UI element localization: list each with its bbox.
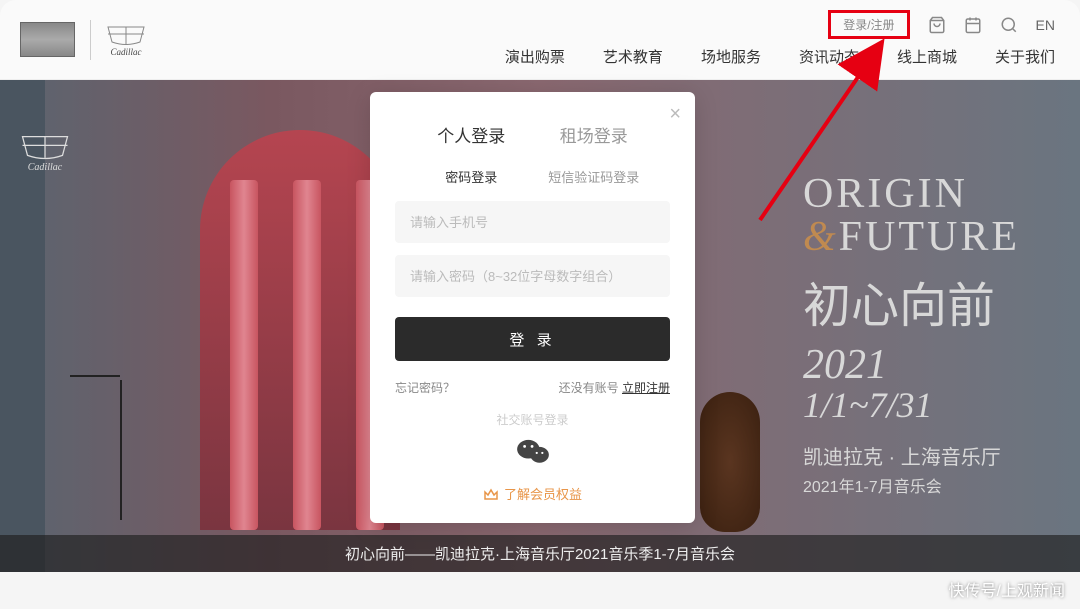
- login-register-link[interactable]: 登录/注册: [828, 10, 909, 39]
- nav-shop[interactable]: 线上商城: [897, 46, 957, 67]
- phone-input[interactable]: [395, 201, 670, 243]
- cart-icon[interactable]: [928, 16, 946, 34]
- subtab-password[interactable]: 密码登录: [410, 167, 533, 186]
- nav-about[interactable]: 关于我们: [995, 46, 1055, 67]
- calendar-icon[interactable]: [964, 16, 982, 34]
- logo-section: Cadillac: [20, 20, 146, 60]
- login-sub-tabs: 密码登录 短信验证码登录: [370, 167, 695, 201]
- main-nav: 演出购票 艺术教育 场地服务 资讯动态 线上商城 关于我们: [505, 46, 1055, 67]
- poster-subtitle2: 2021年1-7月音乐会: [803, 473, 1020, 497]
- poster-subtitle1: 凯迪拉克 · 上海音乐厅: [803, 441, 1020, 470]
- login-modal: × 个人登录 租场登录 密码登录 短信验证码登录 登 录 忘记密码？ 还没有账号…: [370, 92, 695, 523]
- nav-education[interactable]: 艺术教育: [603, 46, 663, 67]
- no-account-text: 还没有账号 立即注册: [559, 379, 670, 396]
- login-tabs: 个人登录 租场登录: [370, 92, 695, 167]
- member-benefits-text: 了解会员权益: [504, 484, 582, 503]
- member-benefits-link[interactable]: 了解会员权益: [370, 484, 695, 503]
- mic-stand-graphic: [120, 380, 122, 520]
- password-input[interactable]: [395, 255, 670, 297]
- crown-icon: [483, 487, 499, 501]
- poster-title-cn: 初心向前: [803, 266, 1020, 336]
- poster-title-en1: ORIGIN: [803, 170, 1020, 218]
- search-icon[interactable]: [1000, 16, 1018, 34]
- cadillac-logo[interactable]: Cadillac: [106, 22, 146, 57]
- hero-cadillac-logo: Cadillac: [20, 130, 70, 173]
- poster-dates: 1/1~7/31: [803, 384, 1020, 426]
- utility-bar: 登录/注册 EN: [828, 10, 1055, 39]
- poster-year: 2021: [803, 341, 1020, 389]
- form-links: 忘记密码？ 还没有账号 立即注册: [370, 361, 695, 411]
- logo-divider: [90, 20, 91, 60]
- nav-tickets[interactable]: 演出购票: [505, 46, 565, 67]
- hero-caption: 初心向前——凯迪拉克·上海音乐厅2021音乐季1-7月音乐会: [0, 535, 1080, 572]
- login-form: 登 录: [370, 201, 695, 361]
- watermark: 快传号/上观新闻: [949, 577, 1065, 601]
- subtab-sms[interactable]: 短信验证码登录: [533, 167, 656, 186]
- cadillac-brand-text: Cadillac: [111, 47, 142, 57]
- forgot-password-link[interactable]: 忘记密码？: [395, 379, 455, 396]
- header: Cadillac 登录/注册 EN 演出购票 艺术教育 场地服务 资讯动态 线上…: [0, 0, 1080, 80]
- poster-title-en2: &FUTURE: [803, 213, 1020, 261]
- hero-columns: [230, 180, 384, 530]
- cello-graphic: [700, 392, 760, 532]
- hero-brand-text: Cadillac: [28, 162, 62, 173]
- wechat-login[interactable]: [370, 438, 695, 466]
- cadillac-crest-icon: [106, 22, 146, 47]
- nav-news[interactable]: 资讯动态: [799, 46, 859, 67]
- language-toggle[interactable]: EN: [1036, 17, 1055, 33]
- tab-venue-login[interactable]: 租场登录: [533, 122, 656, 147]
- login-button[interactable]: 登 录: [395, 317, 670, 361]
- register-link[interactable]: 立即注册: [622, 381, 670, 395]
- social-login-label: 社交账号登录: [370, 411, 695, 428]
- tab-personal-login[interactable]: 个人登录: [410, 122, 533, 147]
- wechat-icon: [516, 438, 550, 466]
- nav-venue[interactable]: 场地服务: [701, 46, 761, 67]
- venue-logo[interactable]: [20, 22, 75, 57]
- close-icon[interactable]: ×: [669, 104, 681, 124]
- poster-text: ORIGIN &FUTURE 初心向前 2021 1/1~7/31 凯迪拉克 ·…: [803, 170, 1020, 497]
